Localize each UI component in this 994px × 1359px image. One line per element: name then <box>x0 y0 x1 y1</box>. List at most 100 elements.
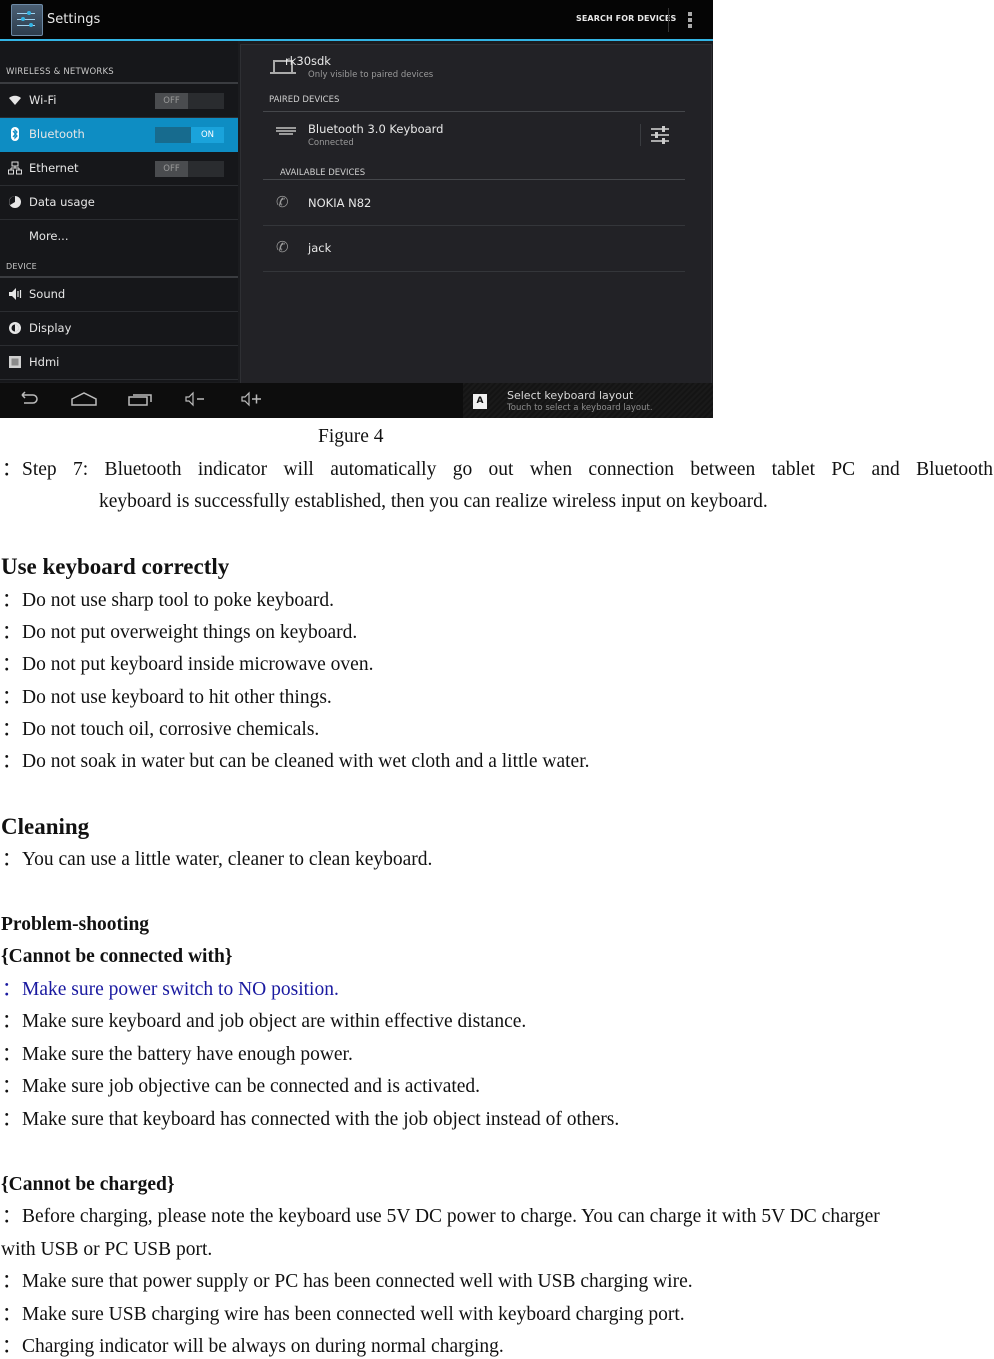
list-item: You can use a little water, cleaner to c… <box>22 849 433 870</box>
data-usage-icon <box>8 195 22 209</box>
list-item: Do not touch oil, corrosive chemicals. <box>22 719 320 740</box>
bullet-mark: ： <box>2 1109 22 1130</box>
overflow-menu-icon[interactable] <box>688 12 692 28</box>
sidebar-item-label: Bluetooth <box>29 127 85 141</box>
list-item: Make sure job objective can be connected… <box>22 1076 481 1097</box>
bullet-mark: ： <box>2 590 22 611</box>
bullet-mark: ： <box>2 687 22 708</box>
list-item-continuation: with USB or PC USB port. <box>1 1239 213 1260</box>
notification-subtitle: Touch to select a keyboard layout. <box>507 403 653 413</box>
step-7-line-1: Step 7: Bluetooth indicator will automat… <box>22 459 993 480</box>
divider <box>263 179 685 180</box>
app-title: Settings <box>47 12 101 27</box>
sidebar-item-label: Display <box>29 321 72 335</box>
heading-problem-shooting: Problem-shooting <box>1 914 150 935</box>
available-device-name: jack <box>308 241 332 255</box>
heading-use-keyboard-correctly: Use keyboard correctly <box>1 554 230 579</box>
sidebar-item-ethernet[interactable]: Ethernet OFF <box>0 152 238 186</box>
sidebar-item-bluetooth[interactable]: Bluetooth ON <box>0 118 238 152</box>
bullet-mark: ： <box>2 622 22 643</box>
paired-device-status: Connected <box>308 138 354 148</box>
this-device-row[interactable]: rk30sdk Only visible to paired devices <box>23 52 445 82</box>
wifi-icon <box>8 93 22 107</box>
sidebar-item-label: Data usage <box>29 195 95 209</box>
sidebar-item-sound[interactable]: Sound <box>0 278 238 312</box>
step-7-line-2: keyboard is successfully established, th… <box>99 491 768 512</box>
divider <box>263 271 685 272</box>
ethernet-icon <box>8 161 22 175</box>
list-item: Make sure power switch to NO position. <box>22 979 339 1000</box>
keyboard-layout-icon: A <box>473 394 487 409</box>
list-item: Before charging, please note the keyboar… <box>22 1206 880 1227</box>
sidebar-item-label: Ethernet <box>29 161 79 175</box>
bullet-mark: ： <box>2 1044 22 1065</box>
list-item: Do not put keyboard inside microwave ove… <box>22 654 374 675</box>
toggle-state: OFF <box>155 161 188 177</box>
list-item: Make sure keyboard and job object are wi… <box>22 1011 527 1032</box>
heading-cannot-be-connected: {Cannot be connected with} <box>1 946 233 967</box>
list-item: Make sure that power supply or PC has be… <box>22 1271 693 1292</box>
action-bar-divider <box>668 8 669 32</box>
bullet-mark: ： <box>2 459 22 480</box>
divider <box>263 225 685 226</box>
sidebar-item-label: Hdmi <box>29 355 60 369</box>
sidebar-item-hdmi[interactable]: Hdmi <box>0 346 238 380</box>
this-device-visibility: Only visible to paired devices <box>308 70 434 80</box>
search-for-devices-button[interactable]: SEARCH FOR DEVICES <box>576 14 676 23</box>
sidebar-item-more[interactable]: More... <box>0 220 238 253</box>
figure-caption: Figure 4 <box>318 426 384 447</box>
bullet-mark: ： <box>2 849 22 870</box>
bullet-mark: ： <box>2 1206 22 1227</box>
bullet-mark: ： <box>2 1271 22 1292</box>
sidebar-item-label: Sound <box>29 287 66 301</box>
list-item: Make sure that keyboard has connected wi… <box>22 1109 620 1130</box>
volume-up-icon[interactable] <box>240 391 264 411</box>
tablet-screenshot: Settings SEARCH FOR DEVICES WIRELESS & N… <box>0 0 713 418</box>
notification-title: Select keyboard layout <box>507 389 634 402</box>
keyboard-icon <box>276 127 296 137</box>
paired-device-name: Bluetooth 3.0 Keyboard <box>308 122 444 136</box>
back-icon[interactable] <box>17 391 39 411</box>
phone-icon: ✆ <box>276 193 289 211</box>
ethernet-toggle[interactable]: OFF <box>155 161 224 177</box>
this-device-name: rk30sdk <box>285 54 331 68</box>
bullet-mark: ： <box>2 1304 22 1325</box>
bullet-mark: ： <box>2 751 22 772</box>
list-item: Charging indicator will be always on dur… <box>22 1336 504 1357</box>
sidebar-item-display[interactable]: Display <box>0 312 238 346</box>
phone-icon: ✆ <box>276 238 289 256</box>
sidebar-item-data-usage[interactable]: Data usage <box>0 186 238 220</box>
toggle-state: OFF <box>155 93 188 109</box>
bluetooth-icon <box>8 127 22 141</box>
list-item: Do not put overweight things on keyboard… <box>22 622 358 643</box>
sound-icon <box>8 287 22 301</box>
bullet-mark: ： <box>2 719 22 740</box>
toggle-state: ON <box>191 127 224 143</box>
sidebar-item-wifi[interactable]: Wi-Fi OFF <box>0 84 238 118</box>
category-device: DEVICE <box>6 262 37 271</box>
list-item: Make sure USB charging wire has been con… <box>22 1304 685 1325</box>
available-devices-header: AVAILABLE DEVICES <box>280 168 366 178</box>
bullet-mark: ： <box>2 979 22 1000</box>
volume-down-icon[interactable] <box>184 391 208 411</box>
recent-apps-icon[interactable] <box>128 391 154 411</box>
paired-devices-header: PAIRED DEVICES <box>269 95 340 105</box>
device-settings-icon[interactable] <box>651 126 669 144</box>
available-device-name: NOKIA N82 <box>308 196 372 210</box>
sidebar-item-label: Wi-Fi <box>29 93 57 107</box>
wifi-toggle[interactable]: OFF <box>155 93 224 109</box>
list-item: Do not use keyboard to hit other things. <box>22 687 332 708</box>
settings-app-icon[interactable] <box>11 4 43 36</box>
bluetooth-toggle[interactable]: ON <box>155 127 224 143</box>
home-icon[interactable] <box>71 391 97 411</box>
action-bar: Settings SEARCH FOR DEVICES <box>0 0 713 41</box>
divider <box>263 111 685 112</box>
hdmi-icon <box>8 355 22 369</box>
list-item: Do not soak in water but can be cleaned … <box>22 751 590 772</box>
divider <box>640 124 641 146</box>
bullet-mark: ： <box>2 1336 22 1357</box>
list-item: Make sure the battery have enough power. <box>22 1044 353 1065</box>
bullet-mark: ： <box>2 1011 22 1032</box>
settings-sidebar: WIRELESS & NETWORKS Wi-Fi OFF Bluetooth … <box>0 41 238 382</box>
heading-cleaning: Cleaning <box>1 814 90 839</box>
